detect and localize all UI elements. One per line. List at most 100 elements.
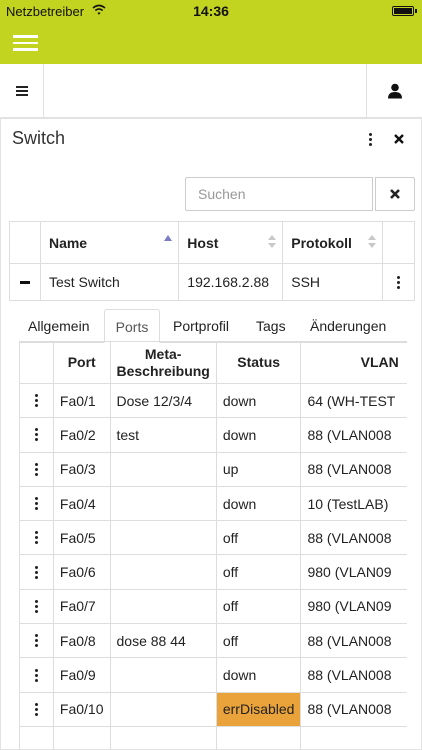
cell-name: Test Switch [39, 263, 180, 301]
cell-vlan [300, 725, 407, 750]
table-row[interactable]: Fa0/10 errDisabled 88 (VLAN008 [19, 691, 407, 727]
clear-search-icon [390, 189, 400, 199]
cell-port: Fa0/4 [52, 485, 111, 522]
table-row[interactable]: Fa0/1 Dose 12/3/4 down 64 (WH-TEST [19, 382, 407, 419]
panel-options-kebab-icon[interactable] [363, 131, 377, 147]
status-bar: Netzbetreiber 14:36 [0, 0, 422, 22]
cell-port: Fa0/7 [52, 588, 111, 625]
cell-vlan: 88 (VLAN008 [300, 691, 407, 727]
cell-port [52, 725, 111, 750]
close-icon[interactable] [393, 133, 405, 145]
cell-port: Fa0/10 [52, 691, 111, 727]
cell-status: up [215, 451, 302, 487]
tab-aenderungen[interactable]: Änderungen [310, 309, 386, 343]
tab-tags[interactable]: Tags [256, 309, 286, 343]
header-protocol[interactable]: Protokoll [282, 221, 384, 264]
header-expand [9, 221, 41, 264]
kebab-icon [26, 428, 47, 442]
kebab-icon [26, 634, 47, 648]
cell-meta [109, 725, 217, 750]
meta-header-line2: Beschreibung [116, 362, 210, 379]
tab-allgemein[interactable]: Allgemein [28, 309, 89, 343]
kebab-icon [26, 531, 47, 545]
cell-meta: Dose 12/3/4 [109, 382, 217, 419]
collapse-toggle[interactable] [9, 263, 41, 301]
user-button[interactable] [366, 64, 422, 118]
tab-portprofil[interactable]: Portprofil [173, 309, 229, 343]
header-actions [382, 221, 415, 264]
ports-header-port[interactable]: Port [52, 341, 111, 384]
port-row-actions[interactable] [19, 623, 54, 659]
switch-table: Name Host Protokoll Test Switch 192.168.… [9, 221, 415, 301]
panel-title: Switch [12, 128, 66, 148]
sort-icon [268, 235, 277, 249]
kebab-icon [26, 599, 47, 613]
header-host-label: Host [187, 234, 219, 251]
cell-status: down [215, 485, 302, 522]
table-row[interactable]: Test Switch 192.168.2.88 SSH [9, 263, 415, 301]
switch-panel: Switch Name Host Protokoll Test Switch 1… [0, 118, 422, 750]
kebab-icon [26, 462, 47, 476]
port-row-actions[interactable] [19, 657, 54, 693]
table-row[interactable]: Fa0/4 down 10 (TestLAB) [19, 485, 407, 522]
header-protocol-label: Protokoll [291, 234, 352, 251]
ports-header-meta[interactable]: Meta- Beschreibung [109, 341, 217, 384]
meta-header-line1: Meta- [144, 345, 182, 362]
clear-search-button[interactable] [375, 177, 415, 211]
port-row-actions[interactable] [19, 382, 54, 419]
table-row[interactable] [19, 725, 407, 750]
cell-status: off [215, 623, 302, 659]
ports-table-scroll[interactable]: Port Meta- Beschreibung Status VLAN Fa0/1… [19, 341, 407, 750]
kebab-icon [26, 702, 47, 716]
cell-host: 192.168.2.88 [178, 263, 284, 301]
menu-icon [15, 86, 28, 96]
cell-meta [109, 588, 217, 625]
table-row[interactable]: Fa0/3 up 88 (VLAN008 [19, 451, 407, 487]
table-row[interactable]: Fa0/6 off 980 (VLAN09 [19, 554, 407, 590]
cell-vlan: 88 (VLAN008 [300, 417, 407, 453]
cell-status [215, 725, 302, 750]
cell-status: down [215, 382, 302, 419]
cell-vlan: 88 (VLAN008 [300, 657, 407, 693]
cell-port: Fa0/9 [52, 657, 111, 693]
sort-icon [368, 235, 377, 249]
app-bar [0, 22, 422, 64]
cell-meta: test [109, 417, 217, 453]
cell-port: Fa0/2 [52, 417, 111, 453]
hamburger-menu-icon[interactable] [13, 35, 38, 51]
table-row[interactable]: Fa0/8 dose 88 44 off 88 (VLAN008 [19, 623, 407, 659]
cell-port: Fa0/6 [52, 554, 111, 590]
ports-header-row: Port Meta- Beschreibung Status VLAN [19, 341, 407, 384]
port-row-actions[interactable] [19, 691, 54, 727]
table-row[interactable]: Fa0/9 down 88 (VLAN008 [19, 657, 407, 693]
table-row[interactable]: Fa0/7 off 980 (VLAN09 [19, 588, 407, 625]
cell-meta [109, 451, 217, 487]
cell-meta [109, 691, 217, 727]
header-host[interactable]: Host [178, 221, 284, 264]
cell-vlan: 980 (VLAN09 [300, 588, 407, 625]
cell-meta [109, 485, 217, 522]
cell-meta: dose 88 44 [109, 623, 217, 659]
kebab-icon [26, 565, 47, 579]
cell-meta [109, 657, 217, 693]
port-row-actions[interactable] [19, 725, 54, 750]
search-input[interactable] [185, 177, 373, 211]
port-row-actions[interactable] [19, 451, 54, 487]
tab-ports[interactable]: Ports [104, 309, 160, 343]
battery-icon [392, 6, 417, 16]
row-actions[interactable] [382, 263, 415, 301]
port-row-actions[interactable] [19, 520, 54, 556]
clock: 14:36 [193, 3, 229, 19]
table-header-row: Name Host Protokoll [9, 221, 415, 264]
port-row-actions[interactable] [19, 554, 54, 590]
ports-header-status[interactable]: Status [215, 341, 302, 384]
header-name[interactable]: Name [39, 221, 180, 264]
port-row-actions[interactable] [19, 588, 54, 625]
port-row-actions[interactable] [19, 485, 54, 522]
ports-header-vlan[interactable]: VLAN [300, 341, 407, 384]
menu-button[interactable] [0, 64, 44, 118]
kebab-icon [26, 668, 47, 682]
table-row[interactable]: Fa0/5 off 88 (VLAN008 [19, 520, 407, 556]
port-row-actions[interactable] [19, 417, 54, 453]
table-row[interactable]: Fa0/2 test down 88 (VLAN008 [19, 417, 407, 453]
